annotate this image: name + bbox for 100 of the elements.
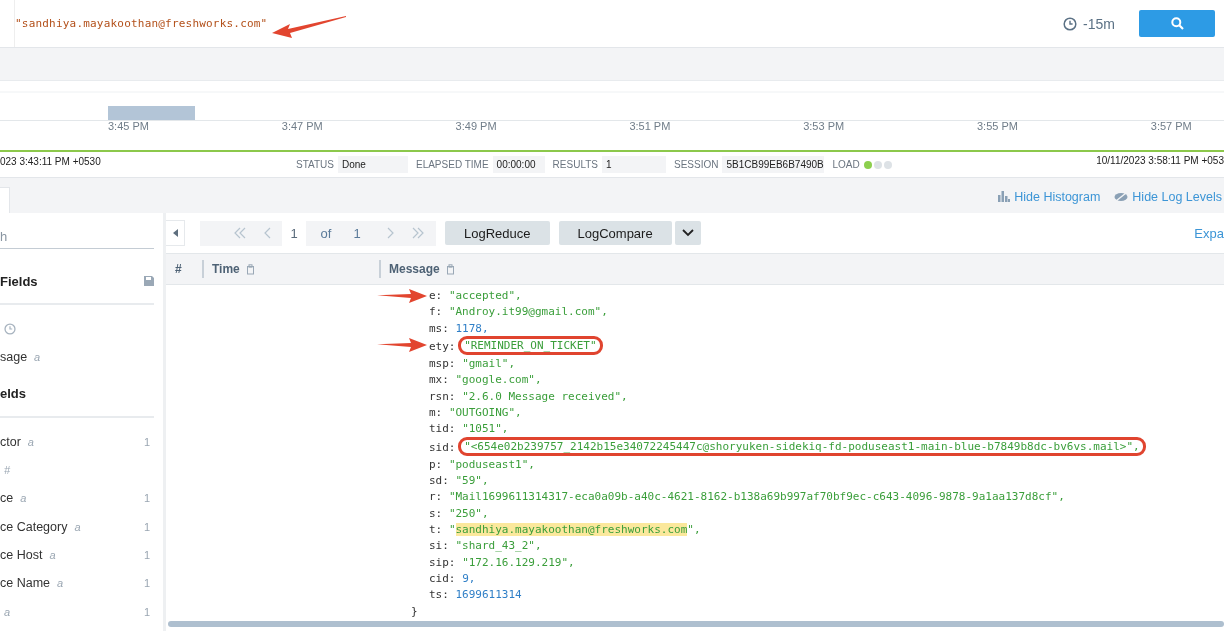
field-type: a: [27, 435, 34, 448]
view-link[interactable]: Hide Log Levels: [1114, 189, 1222, 204]
copy-icon[interactable]: [445, 263, 455, 275]
message-key: t:: [429, 522, 443, 536]
message-key: ts:: [429, 588, 449, 602]
message-value: "OUTGOING",: [448, 405, 522, 419]
axis-tick-label: 3:53 PM: [803, 120, 846, 132]
page-number-field[interactable]: 1: [282, 220, 306, 246]
message-key: ms:: [429, 321, 449, 335]
axis-tick-label: 3:49 PM: [455, 120, 498, 132]
field-count: 1: [143, 577, 150, 590]
time-range[interactable]: -15m: [1083, 15, 1115, 32]
last-page-icon[interactable]: [412, 227, 424, 239]
status-value: 1: [602, 156, 666, 173]
message-key: msp:: [429, 357, 456, 370]
clock-icon: [1063, 16, 1078, 31]
chevron-down-icon: [681, 229, 694, 237]
section-heading: Fields: [0, 273, 38, 289]
eye-slash-icon: [1114, 191, 1129, 202]
first-page-icon[interactable]: [234, 227, 246, 239]
scrollbar[interactable]: [168, 621, 1224, 627]
message-key: m:: [429, 405, 443, 419]
toolbar-button[interactable]: LogReduce: [445, 221, 550, 245]
message-key: f:: [429, 305, 443, 319]
caret-left-icon: [172, 229, 178, 237]
expand-link[interactable]: Expa: [1194, 225, 1224, 241]
message-key: sip:: [429, 555, 456, 569]
message-key: p:: [429, 457, 443, 471]
message-key: ety:: [429, 340, 456, 353]
message-value: "1051",: [462, 422, 509, 436]
toolbar-button[interactable]: LogCompare: [558, 221, 672, 245]
field-type: a: [57, 577, 64, 590]
sidebar-tab[interactable]: [0, 187, 10, 213]
message-key: r:: [429, 490, 443, 504]
field-type: a: [49, 548, 56, 561]
message-key: rsn:: [429, 389, 456, 403]
search-icon: [1170, 17, 1184, 30]
axis-tick-label: 3:57 PM: [1150, 120, 1193, 132]
column-header[interactable]: #: [175, 262, 182, 276]
field-type: a: [4, 605, 11, 618]
field-type: #: [4, 464, 11, 477]
query-text[interactable]: "sandhiya.mayakoothan@freshworks.com": [15, 17, 268, 30]
message-key: s:: [429, 506, 443, 520]
field-count: 1: [143, 605, 150, 618]
collapse-button[interactable]: [166, 220, 185, 246]
message-key: si:: [429, 539, 449, 553]
message-key: e:: [429, 289, 443, 302]
message-value: 1699611314: [455, 588, 522, 602]
clock-icon: [4, 323, 16, 336]
field-count: 1: [143, 520, 150, 533]
message-value: "Androy.it99@gmail.com",: [448, 305, 608, 319]
end-time: 10/11/2023 3:58:11 PM +053: [1096, 154, 1224, 166]
message-key: sid:: [429, 440, 456, 454]
message-value: "sandhiya.mayakoothan@freshworks.com",: [448, 522, 701, 536]
message-value: "shard_43_2",: [455, 539, 542, 553]
histogram-bar[interactable]: [108, 106, 195, 120]
circled-value: "<654e02b239757_2142b15e34072245447c@shoryuken-sidekiq-fd-poduseast1-main-blue-b7849b8dc-bv6vs.mail>",: [458, 436, 1146, 456]
axis-tick-label: 3:45 PM: [108, 120, 150, 132]
field-name[interactable]: sage: [0, 350, 28, 365]
message-key: tid:: [429, 422, 456, 436]
axis-tick-label: 3:55 PM: [977, 120, 1019, 132]
message-value: "172.16.129.219",: [462, 555, 575, 569]
field-name[interactable]: ctor: [0, 434, 21, 449]
message-value: 9,: [462, 571, 476, 585]
field-type: a: [34, 351, 41, 364]
field-name[interactable]: ce Host: [0, 547, 43, 562]
view-link[interactable]: Hide Histogram: [998, 189, 1101, 204]
start-time: 023 3:43:11 PM +0530: [0, 155, 102, 167]
message-key: mx:: [429, 373, 449, 387]
field-count: 1: [143, 435, 150, 448]
column-header[interactable]: Time: [212, 262, 240, 276]
field-count: 1: [143, 548, 150, 561]
pager-of-label: of: [319, 225, 333, 241]
axis-tick-label: 3:51 PM: [629, 120, 672, 132]
message-value: 1178,: [455, 321, 489, 335]
save-icon[interactable]: [144, 276, 154, 286]
status-value: 5B1CB99EB6B7490B: [722, 156, 825, 173]
search-button[interactable]: [1139, 10, 1215, 37]
status-label: SESSION: [674, 159, 719, 170]
dropdown-button[interactable]: [674, 221, 701, 245]
message-value: "google.com",: [455, 373, 542, 387]
message-value: "250",: [448, 506, 489, 520]
message-value: "accepted",: [448, 289, 522, 302]
page-total: 1: [352, 225, 362, 241]
copy-icon[interactable]: [245, 263, 255, 275]
section-heading: elds: [0, 386, 26, 402]
field-name[interactable]: ce Category: [0, 519, 68, 534]
field-count: 1: [143, 492, 150, 505]
message-value: "gmail",: [462, 357, 516, 370]
axis-tick-label: 3:47 PM: [281, 120, 324, 132]
status-label: RESULTS: [552, 159, 598, 170]
field-name[interactable]: ce Name: [0, 576, 51, 591]
bar-chart-icon: [998, 191, 1011, 202]
field-name[interactable]: ce: [0, 491, 14, 506]
circled-value: "REMINDER_ON_TICKET": [458, 336, 603, 355]
status-label: ELAPSED TIME: [415, 159, 489, 170]
column-header[interactable]: Message: [389, 262, 440, 276]
status-value: 00:00:00: [492, 156, 545, 173]
message-value: "59",: [455, 473, 489, 487]
field-type: a: [20, 492, 27, 505]
